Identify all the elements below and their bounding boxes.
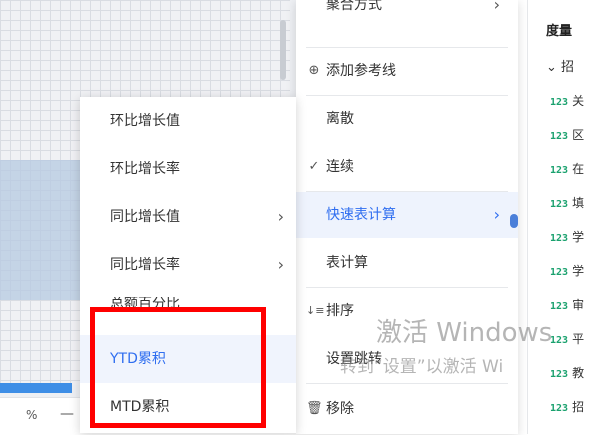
- number-type-icon: 123: [550, 165, 569, 176]
- menu-item-aggregation[interactable]: 聚合方式 ›: [296, 0, 518, 24]
- check-icon: ✓: [308, 159, 320, 174]
- measure-field[interactable]: 123 学: [550, 262, 584, 279]
- zoom-out-button[interactable]: —: [60, 406, 74, 422]
- chevron-right-icon: ›: [493, 0, 500, 14]
- number-type-icon: 123: [550, 267, 569, 278]
- measure-field[interactable]: 123 审: [550, 296, 584, 313]
- menu-item-table-calc[interactable]: 表计算: [296, 240, 518, 286]
- menu-item-quick-table-calc[interactable]: 快速表计算 ›: [296, 192, 518, 238]
- number-type-icon: 123: [550, 131, 569, 142]
- chevron-right-icon: ›: [493, 205, 500, 224]
- trash-icon: 🗑: [306, 401, 323, 416]
- submenu-item-yoy-growth-value[interactable]: 同比增长值 ›: [80, 193, 296, 241]
- windows-activation-hint: 转到“设置”以激活 Wi: [340, 357, 504, 377]
- measure-field[interactable]: 123 平: [550, 330, 584, 347]
- number-type-icon: 123: [550, 369, 569, 380]
- menu-item-continuous[interactable]: ✓ 连续: [296, 144, 518, 190]
- number-type-icon: 123: [550, 199, 569, 210]
- chevron-right-icon: ›: [277, 255, 284, 274]
- submenu-item-yoy-growth-rate[interactable]: 同比增长率 ›: [80, 241, 296, 289]
- chevron-right-icon: ›: [277, 207, 284, 226]
- measure-field[interactable]: 123 关: [550, 92, 584, 109]
- menu-item-remove[interactable]: 🗑 移除: [296, 386, 518, 432]
- menu-item-discrete[interactable]: 离散: [296, 96, 518, 142]
- menu-item-add-reference-line[interactable]: ⊕ 添加参考线: [296, 48, 518, 94]
- zoom-percent: %: [26, 408, 38, 422]
- measure-group[interactable]: ⌄ 招: [546, 56, 574, 75]
- measure-field[interactable]: 123 教: [550, 364, 584, 381]
- measure-field[interactable]: 123 招: [550, 398, 584, 415]
- submenu-item-mtd-cumulative[interactable]: MTD累积: [80, 383, 296, 431]
- number-type-icon: 123: [550, 403, 569, 414]
- measure-field[interactable]: 123 在: [550, 160, 584, 177]
- scroll-handle[interactable]: [510, 214, 518, 228]
- measure-group-label: 招: [561, 60, 575, 75]
- number-type-icon: 123: [550, 97, 569, 108]
- windows-activation-watermark: 激活 Windows: [376, 318, 553, 348]
- number-type-icon: 123: [550, 301, 569, 312]
- measure-panel: 度量 ⌄ 招 123 关 123 区 123 在 123 填 123 学 123 学 123…: [527, 0, 608, 434]
- canvas-blue-bar: [0, 383, 72, 393]
- submenu-item-percent-of-total[interactable]: 总额百分比: [80, 297, 296, 327]
- measure-field[interactable]: 123 填: [550, 194, 584, 211]
- number-type-icon: 123: [550, 335, 569, 346]
- submenu-item-ytd-cumulative[interactable]: YTD累积: [80, 335, 296, 383]
- number-type-icon: 123: [550, 233, 569, 244]
- canvas-scrollbar[interactable]: [280, 20, 286, 80]
- plus-circle-icon: ⊕: [308, 63, 320, 78]
- measure-panel-title: 度量: [546, 24, 573, 39]
- menu-divider: [306, 383, 508, 384]
- chevron-down-icon: ⌄: [546, 60, 557, 75]
- submenu-item-mom-growth-rate[interactable]: 环比增长率: [80, 145, 296, 193]
- measure-field[interactable]: 123 学: [550, 228, 584, 245]
- quick-table-calc-submenu: 环比增长值 环比增长率 同比增长值 › 同比增长率 › 总额百分比 YTD累积 …: [80, 97, 296, 433]
- measure-field[interactable]: 123 区: [550, 126, 584, 143]
- canvas-selection-area: [0, 160, 88, 300]
- submenu-item-mom-growth-value[interactable]: 环比增长值: [80, 97, 296, 145]
- sort-icon: ↓≡: [306, 304, 325, 317]
